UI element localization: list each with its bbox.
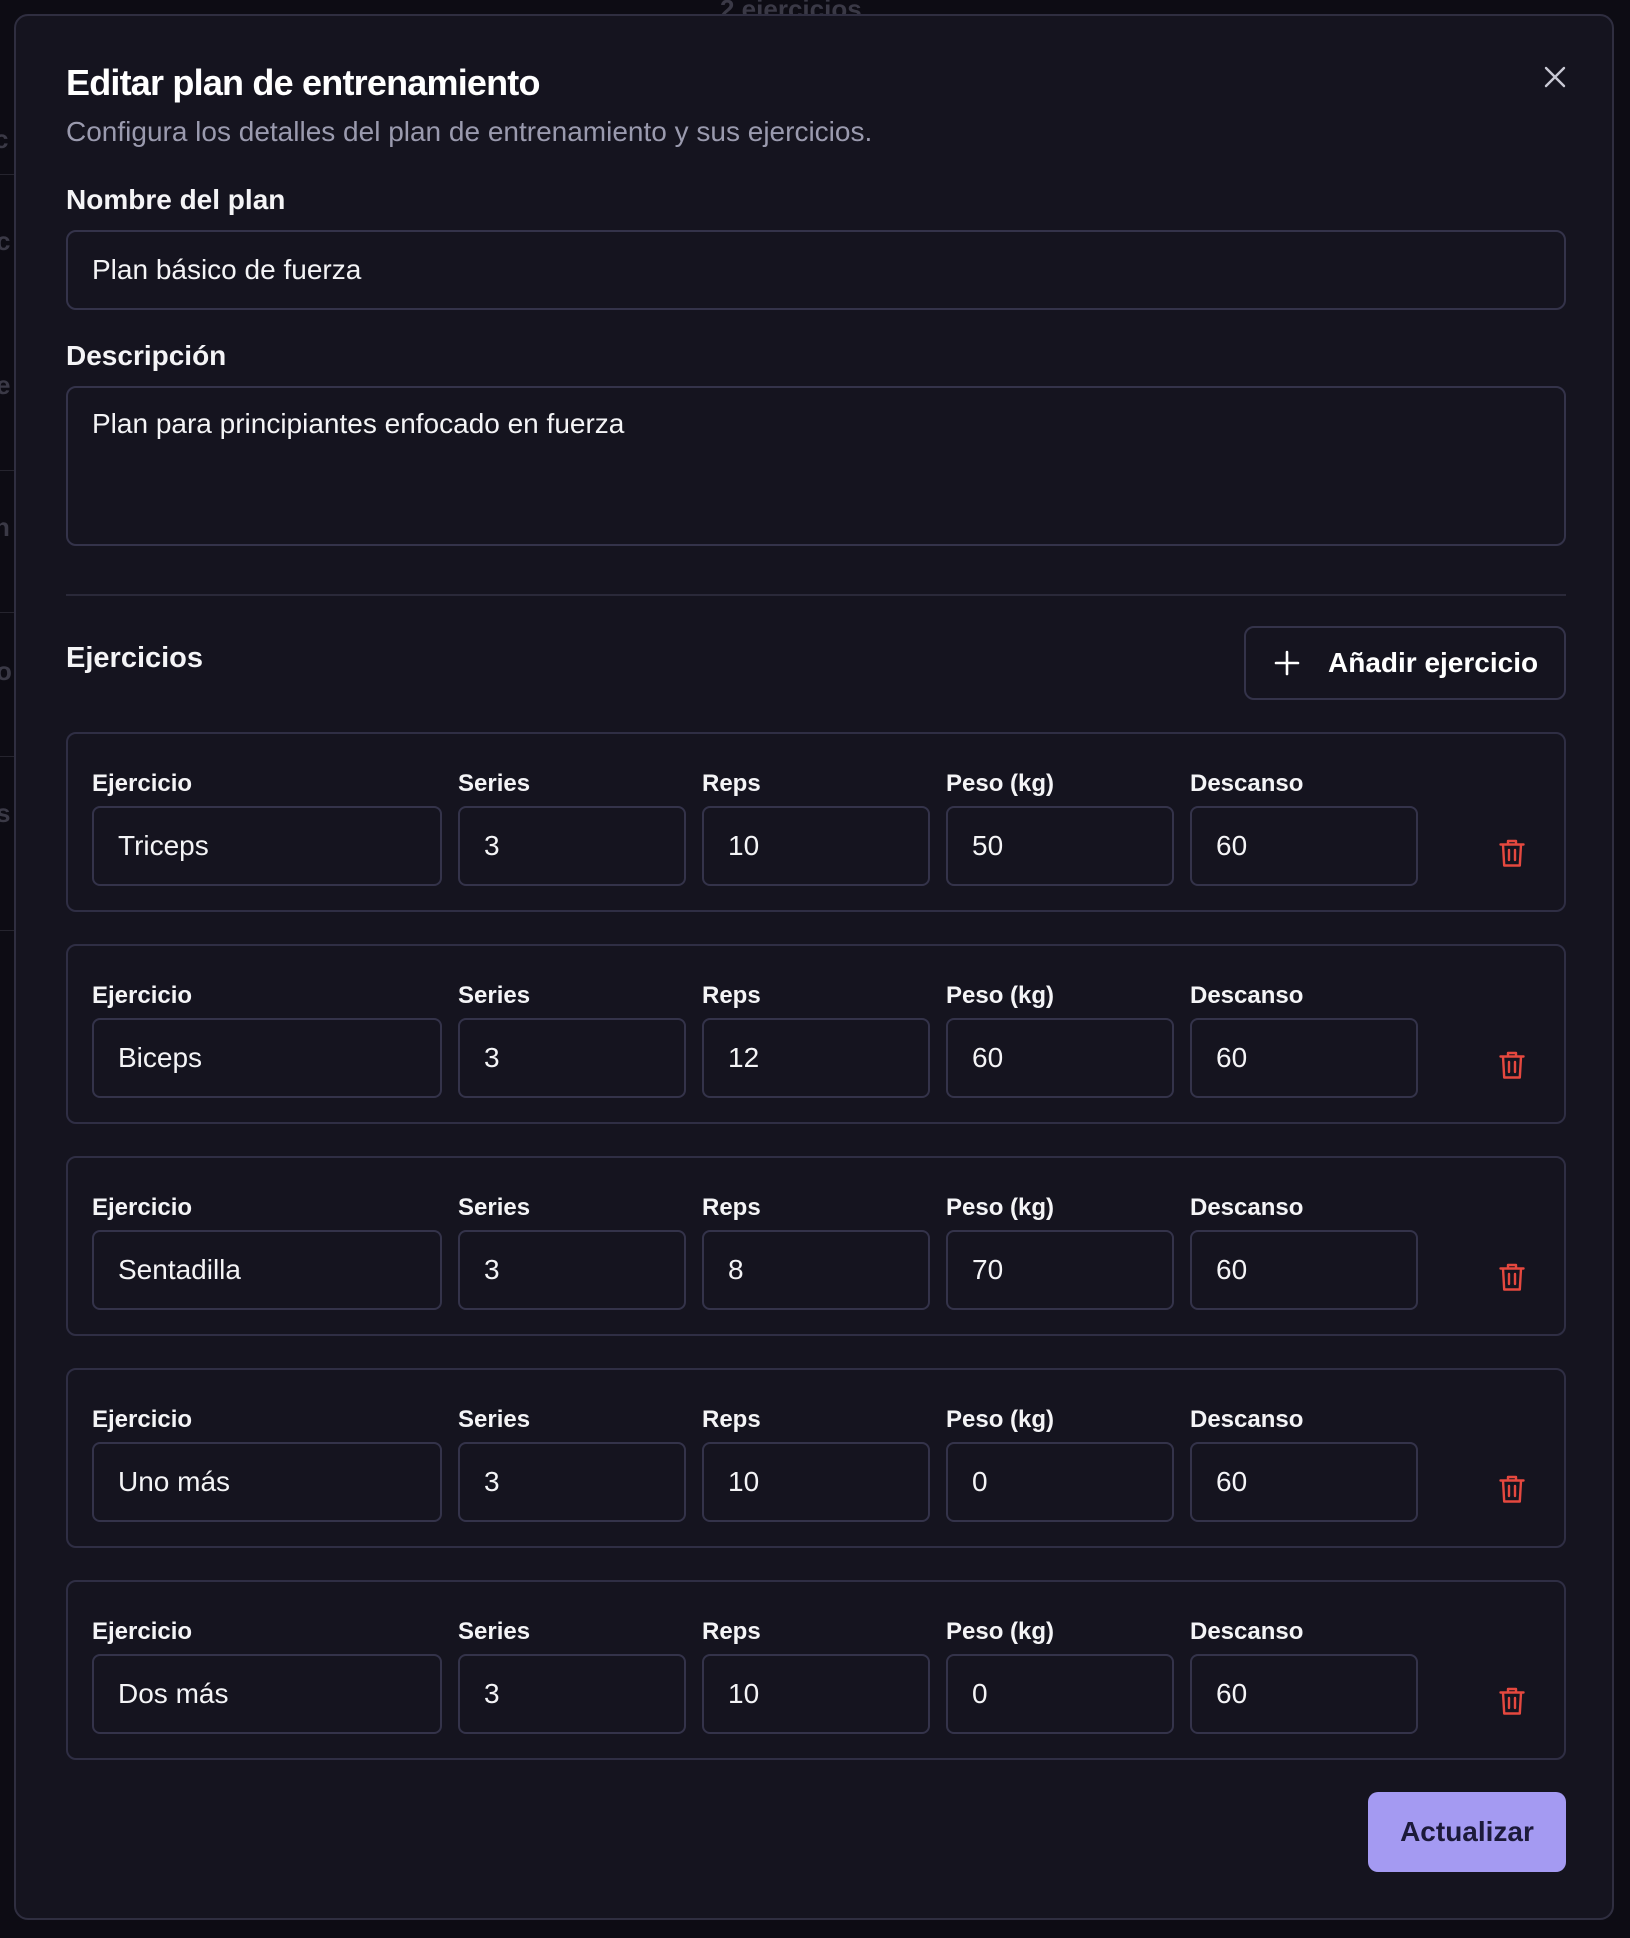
exercise-name-input[interactable] [92,1230,442,1310]
weight-input[interactable] [946,1018,1174,1098]
weight-input[interactable] [946,1230,1174,1310]
section-divider [66,594,1566,596]
reps-label: Reps [702,770,761,797]
rest-label: Descanso [1190,982,1304,1009]
reps-label: Reps [702,1406,761,1433]
exercise-name-label: Ejercicio [92,1618,193,1645]
weight-label: Peso (kg) [946,1194,1055,1221]
series-label: Series [458,982,531,1009]
close-icon [1544,66,1566,88]
exercise-card: Ejercicio Series Reps Peso (kg) Descanso [66,944,1566,1124]
exercise-name-input[interactable] [92,1018,442,1098]
weight-input[interactable] [946,806,1174,886]
rest-label: Descanso [1190,1618,1304,1645]
plan-name-label: Nombre del plan [66,184,286,215]
trash-icon [1499,1475,1525,1503]
delete-exercise-button[interactable] [1496,1048,1528,1082]
series-input[interactable] [458,806,686,886]
reps-label: Reps [702,982,761,1009]
rest-input[interactable] [1190,1442,1418,1522]
trash-icon [1499,1687,1525,1715]
backdrop-letter: n [0,512,10,542]
edit-plan-dialog: Editar plan de entrenamiento Configura l… [14,14,1614,1920]
exercise-card: Ejercicio Series Reps Peso (kg) Descanso [66,1580,1566,1760]
reps-input[interactable] [702,1018,930,1098]
reps-input[interactable] [702,1230,930,1310]
weight-label: Peso (kg) [946,1618,1055,1645]
series-label: Series [458,1618,531,1645]
trash-icon [1499,839,1525,867]
rest-input[interactable] [1190,1654,1418,1734]
backdrop-letter: s [0,798,11,828]
exercise-card: Ejercicio Series Reps Peso (kg) Descanso [66,732,1566,912]
add-exercise-label: Añadir ejercicio [1328,647,1539,678]
exercises-section-title: Ejercicios [66,642,204,674]
reps-input[interactable] [702,1654,930,1734]
series-input[interactable] [458,1018,686,1098]
series-label: Series [458,1194,531,1221]
backdrop-letter: o [0,656,12,686]
rest-label: Descanso [1190,770,1304,797]
close-button[interactable] [1538,60,1572,94]
backdrop-letter: c [0,124,9,154]
weight-label: Peso (kg) [946,1406,1055,1433]
plus-icon [1274,650,1300,676]
backdrop-letter: c [0,226,11,256]
delete-exercise-button[interactable] [1496,1684,1528,1718]
update-button[interactable]: Actualizar [1368,1792,1566,1872]
plan-name-input[interactable] [66,230,1566,310]
exercise-card: Ejercicio Series Reps Peso (kg) Descanso [66,1156,1566,1336]
weight-input[interactable] [946,1442,1174,1522]
description-textarea[interactable]: Plan para principiantes enfocado en fuer… [66,386,1566,546]
reps-label: Reps [702,1618,761,1645]
exercise-name-label: Ejercicio [92,1194,193,1221]
exercise-name-input[interactable] [92,806,442,886]
series-input[interactable] [458,1654,686,1734]
trash-icon [1499,1051,1525,1079]
weight-label: Peso (kg) [946,982,1055,1009]
description-label: Descripción [66,340,227,371]
dialog-title: Editar plan de entrenamiento [66,62,541,103]
exercise-name-label: Ejercicio [92,982,193,1009]
series-input[interactable] [458,1230,686,1310]
reps-label: Reps [702,1194,761,1221]
trash-icon [1499,1263,1525,1291]
reps-input[interactable] [702,1442,930,1522]
dialog-subtitle: Configura los detalles del plan de entre… [66,116,873,147]
series-input[interactable] [458,1442,686,1522]
delete-exercise-button[interactable] [1496,836,1528,870]
rest-input[interactable] [1190,806,1418,886]
exercise-name-input[interactable] [92,1442,442,1522]
rest-input[interactable] [1190,1230,1418,1310]
reps-input[interactable] [702,806,930,886]
exercise-name-input[interactable] [92,1654,442,1734]
series-label: Series [458,1406,531,1433]
rest-input[interactable] [1190,1018,1418,1098]
exercise-name-label: Ejercicio [92,770,193,797]
delete-exercise-button[interactable] [1496,1260,1528,1294]
delete-exercise-button[interactable] [1496,1472,1528,1506]
weight-label: Peso (kg) [946,770,1055,797]
rest-label: Descanso [1190,1194,1304,1221]
exercise-name-label: Ejercicio [92,1406,193,1433]
backdrop-letter: e [0,370,11,400]
weight-input[interactable] [946,1654,1174,1734]
rest-label: Descanso [1190,1406,1304,1433]
add-exercise-button[interactable]: Añadir ejercicio [1244,626,1566,700]
series-label: Series [458,770,531,797]
exercise-card: Ejercicio Series Reps Peso (kg) Descanso [66,1368,1566,1548]
